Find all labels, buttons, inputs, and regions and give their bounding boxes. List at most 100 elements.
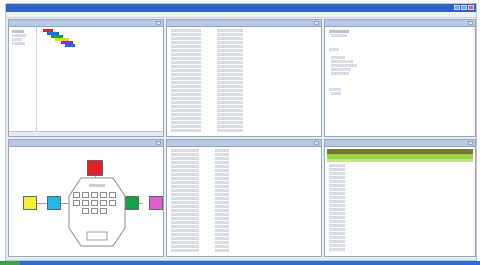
list-line — [171, 245, 199, 248]
list-line — [329, 164, 345, 167]
grid-cell[interactable] — [91, 192, 98, 198]
list-line — [329, 180, 345, 183]
splitter[interactable] — [36, 27, 37, 133]
list-line — [215, 225, 229, 228]
close-icon[interactable] — [468, 21, 473, 25]
close-icon[interactable] — [468, 5, 474, 10]
highlight-row[interactable] — [327, 159, 473, 162]
pane-header — [9, 140, 163, 147]
grid-cell[interactable] — [73, 192, 80, 198]
list-line — [329, 184, 345, 187]
close-icon[interactable] — [314, 141, 319, 145]
list-line — [215, 221, 229, 224]
text-listing[interactable] — [171, 149, 261, 253]
block-diagram — [9, 147, 163, 256]
list-line — [217, 85, 243, 88]
list-line — [329, 212, 345, 215]
list-line — [329, 188, 345, 191]
list-line — [171, 33, 201, 36]
list-line — [329, 216, 345, 219]
grid-cell[interactable] — [100, 192, 107, 198]
grid-cell[interactable] — [100, 200, 107, 206]
grid-cell[interactable] — [82, 208, 89, 214]
list-line — [217, 29, 243, 32]
list-line — [217, 97, 243, 100]
grid-cell[interactable] — [109, 192, 116, 198]
close-icon[interactable] — [156, 141, 161, 145]
list-line — [171, 185, 199, 188]
list-line — [217, 77, 243, 80]
list-line — [171, 169, 199, 172]
list-line — [171, 69, 201, 72]
list-line — [171, 125, 201, 128]
minimize-icon[interactable] — [454, 5, 460, 10]
list-line — [171, 41, 201, 44]
list-line — [171, 153, 199, 156]
list-line — [171, 65, 201, 68]
list-line — [171, 117, 201, 120]
list-line — [217, 81, 243, 84]
close-icon[interactable] — [468, 141, 473, 145]
yellow-block[interactable] — [23, 196, 37, 210]
pane-top-right — [324, 19, 476, 137]
list-line — [215, 249, 229, 252]
taskbar — [0, 261, 480, 265]
list-line — [217, 33, 243, 36]
menu-bar — [6, 12, 476, 18]
close-icon[interactable] — [314, 21, 319, 25]
grid-cell[interactable] — [100, 208, 107, 214]
red-block[interactable] — [87, 160, 103, 176]
list-line — [171, 201, 199, 204]
list-line — [215, 205, 229, 208]
list-line — [171, 89, 201, 92]
list-line — [215, 161, 229, 164]
list-line — [217, 49, 243, 52]
list-line — [171, 101, 201, 104]
start-button[interactable] — [0, 261, 20, 265]
list-line — [171, 209, 199, 212]
list-line — [171, 37, 201, 40]
list-line — [217, 45, 243, 48]
magenta-block[interactable] — [149, 196, 163, 210]
list-line — [171, 149, 199, 152]
list-line — [329, 192, 345, 195]
list-line — [329, 208, 345, 211]
list-line — [215, 245, 229, 248]
list-line — [171, 177, 199, 180]
list-line — [329, 224, 345, 227]
grid-cell[interactable] — [91, 200, 98, 206]
list-line — [217, 53, 243, 56]
list-line — [171, 233, 199, 236]
title-bar — [6, 4, 476, 12]
list-line — [217, 41, 243, 44]
maximize-icon[interactable] — [461, 5, 467, 10]
list-line — [171, 237, 199, 240]
cyan-block[interactable] — [47, 196, 61, 210]
list-line — [217, 61, 243, 64]
list-line — [215, 213, 229, 216]
grid-cell[interactable] — [82, 192, 89, 198]
close-icon[interactable] — [156, 21, 161, 25]
text-listing[interactable] — [171, 29, 261, 133]
list-line — [171, 105, 201, 108]
list-line — [171, 73, 201, 76]
list-line — [215, 189, 229, 192]
green-block[interactable] — [125, 196, 139, 210]
list-line — [171, 121, 201, 124]
list-line — [329, 204, 345, 207]
list-line — [171, 197, 199, 200]
grid-cell[interactable] — [82, 200, 89, 206]
list-line — [217, 101, 243, 104]
list-line — [217, 93, 243, 96]
list-line — [217, 37, 243, 40]
list-line — [217, 121, 243, 124]
grid-cell[interactable] — [73, 200, 80, 206]
pane-top-middle — [166, 19, 322, 137]
list-line — [215, 193, 229, 196]
grid-cell[interactable] — [91, 208, 98, 214]
list-line — [171, 49, 201, 52]
list-line — [215, 157, 229, 160]
grid-cell[interactable] — [109, 200, 116, 206]
value-list[interactable] — [329, 164, 369, 254]
stair-chart — [39, 27, 79, 57]
